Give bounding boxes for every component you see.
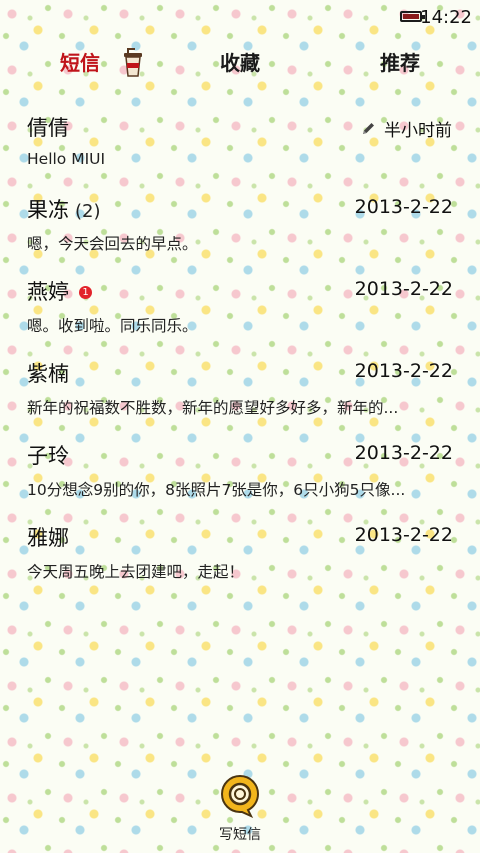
- conversation-item[interactable]: 雅娜 2013-2-22 今天周五晚上去团建吧，走起！: [0, 514, 480, 596]
- contact-name-text: 果冻: [27, 198, 69, 222]
- conversation-item[interactable]: 倩倩 半小时前 Hello MIUI: [0, 104, 480, 186]
- tab-messages-label: 短信: [60, 51, 100, 75]
- contact-name-text: 倩倩: [27, 116, 69, 140]
- tab-bar: 短信 收藏 推荐: [0, 44, 480, 84]
- tab-favorites[interactable]: 收藏: [180, 44, 300, 84]
- conversation-item[interactable]: 子玲 2013-2-22 10分想念9别的你，8张照片7张是你，6只小狗5只像.…: [0, 432, 480, 514]
- tab-recommend-label: 推荐: [380, 51, 420, 75]
- contact-name-text: 子玲: [27, 444, 69, 468]
- message-preview: 嗯，今天会回去的早点。: [27, 235, 198, 253]
- contact-name: 果冻 (2): [27, 194, 101, 224]
- contact-name: 雅娜: [27, 522, 69, 552]
- message-date: 2013-2-22: [354, 196, 453, 218]
- message-preview: 新年的祝福数不胜数，新年的愿望好多好多，新年的...: [27, 399, 399, 417]
- tab-recommend[interactable]: 推荐: [340, 44, 460, 84]
- contact-name: 子玲: [27, 440, 69, 470]
- conversation-item[interactable]: 紫楠 2013-2-22 新年的祝福数不胜数，新年的愿望好多好多，新年的...: [0, 350, 480, 432]
- message-preview: 嗯。收到啦。同乐同乐。: [27, 317, 198, 335]
- contact-name: 燕婷 1: [27, 276, 92, 306]
- status-time: 14:22: [420, 7, 472, 28]
- compose-button[interactable]: 写短信: [200, 772, 280, 846]
- contact-name-text: 雅娜: [27, 526, 69, 550]
- coffee-cup-icon: [124, 48, 142, 77]
- conversation-list: 倩倩 半小时前 Hello MIUI 果冻 (2) 2013-2-22 嗯，今天会…: [0, 104, 480, 596]
- message-count: (2): [75, 201, 101, 222]
- message-date: 2013-2-22: [354, 524, 453, 546]
- compose-label: 写短信: [219, 827, 261, 843]
- conversation-item[interactable]: 果冻 (2) 2013-2-22 嗯，今天会回去的早点。: [0, 186, 480, 268]
- message-date: 2013-2-22: [354, 442, 453, 464]
- contact-name-text: 紫楠: [27, 362, 69, 386]
- compose-bubble-icon: [220, 774, 260, 818]
- message-preview: Hello MIUI: [27, 150, 106, 168]
- message-time: 半小时前: [360, 116, 452, 141]
- message-preview: 10分想念9别的你，8张照片7张是你，6只小狗5只像...: [27, 481, 406, 499]
- battery-icon: [400, 11, 425, 22]
- unread-badge: 1: [79, 286, 92, 299]
- message-preview: 今天周五晚上去团建吧，走起！: [27, 563, 245, 581]
- contact-name: 紫楠: [27, 358, 69, 388]
- tab-messages[interactable]: 短信: [20, 44, 142, 84]
- message-date: 2013-2-22: [354, 278, 453, 300]
- conversation-item[interactable]: 燕婷 1 2013-2-22 嗯。收到啦。同乐同乐。: [0, 268, 480, 350]
- message-time-text: 半小时前: [384, 121, 452, 141]
- pencil-icon: [363, 123, 374, 134]
- contact-name-text: 燕婷: [27, 280, 69, 304]
- contact-name: 倩倩: [27, 112, 69, 142]
- tab-favorites-label: 收藏: [220, 51, 260, 75]
- message-date: 2013-2-22: [354, 360, 453, 382]
- status-bar: 14:22: [0, 0, 480, 34]
